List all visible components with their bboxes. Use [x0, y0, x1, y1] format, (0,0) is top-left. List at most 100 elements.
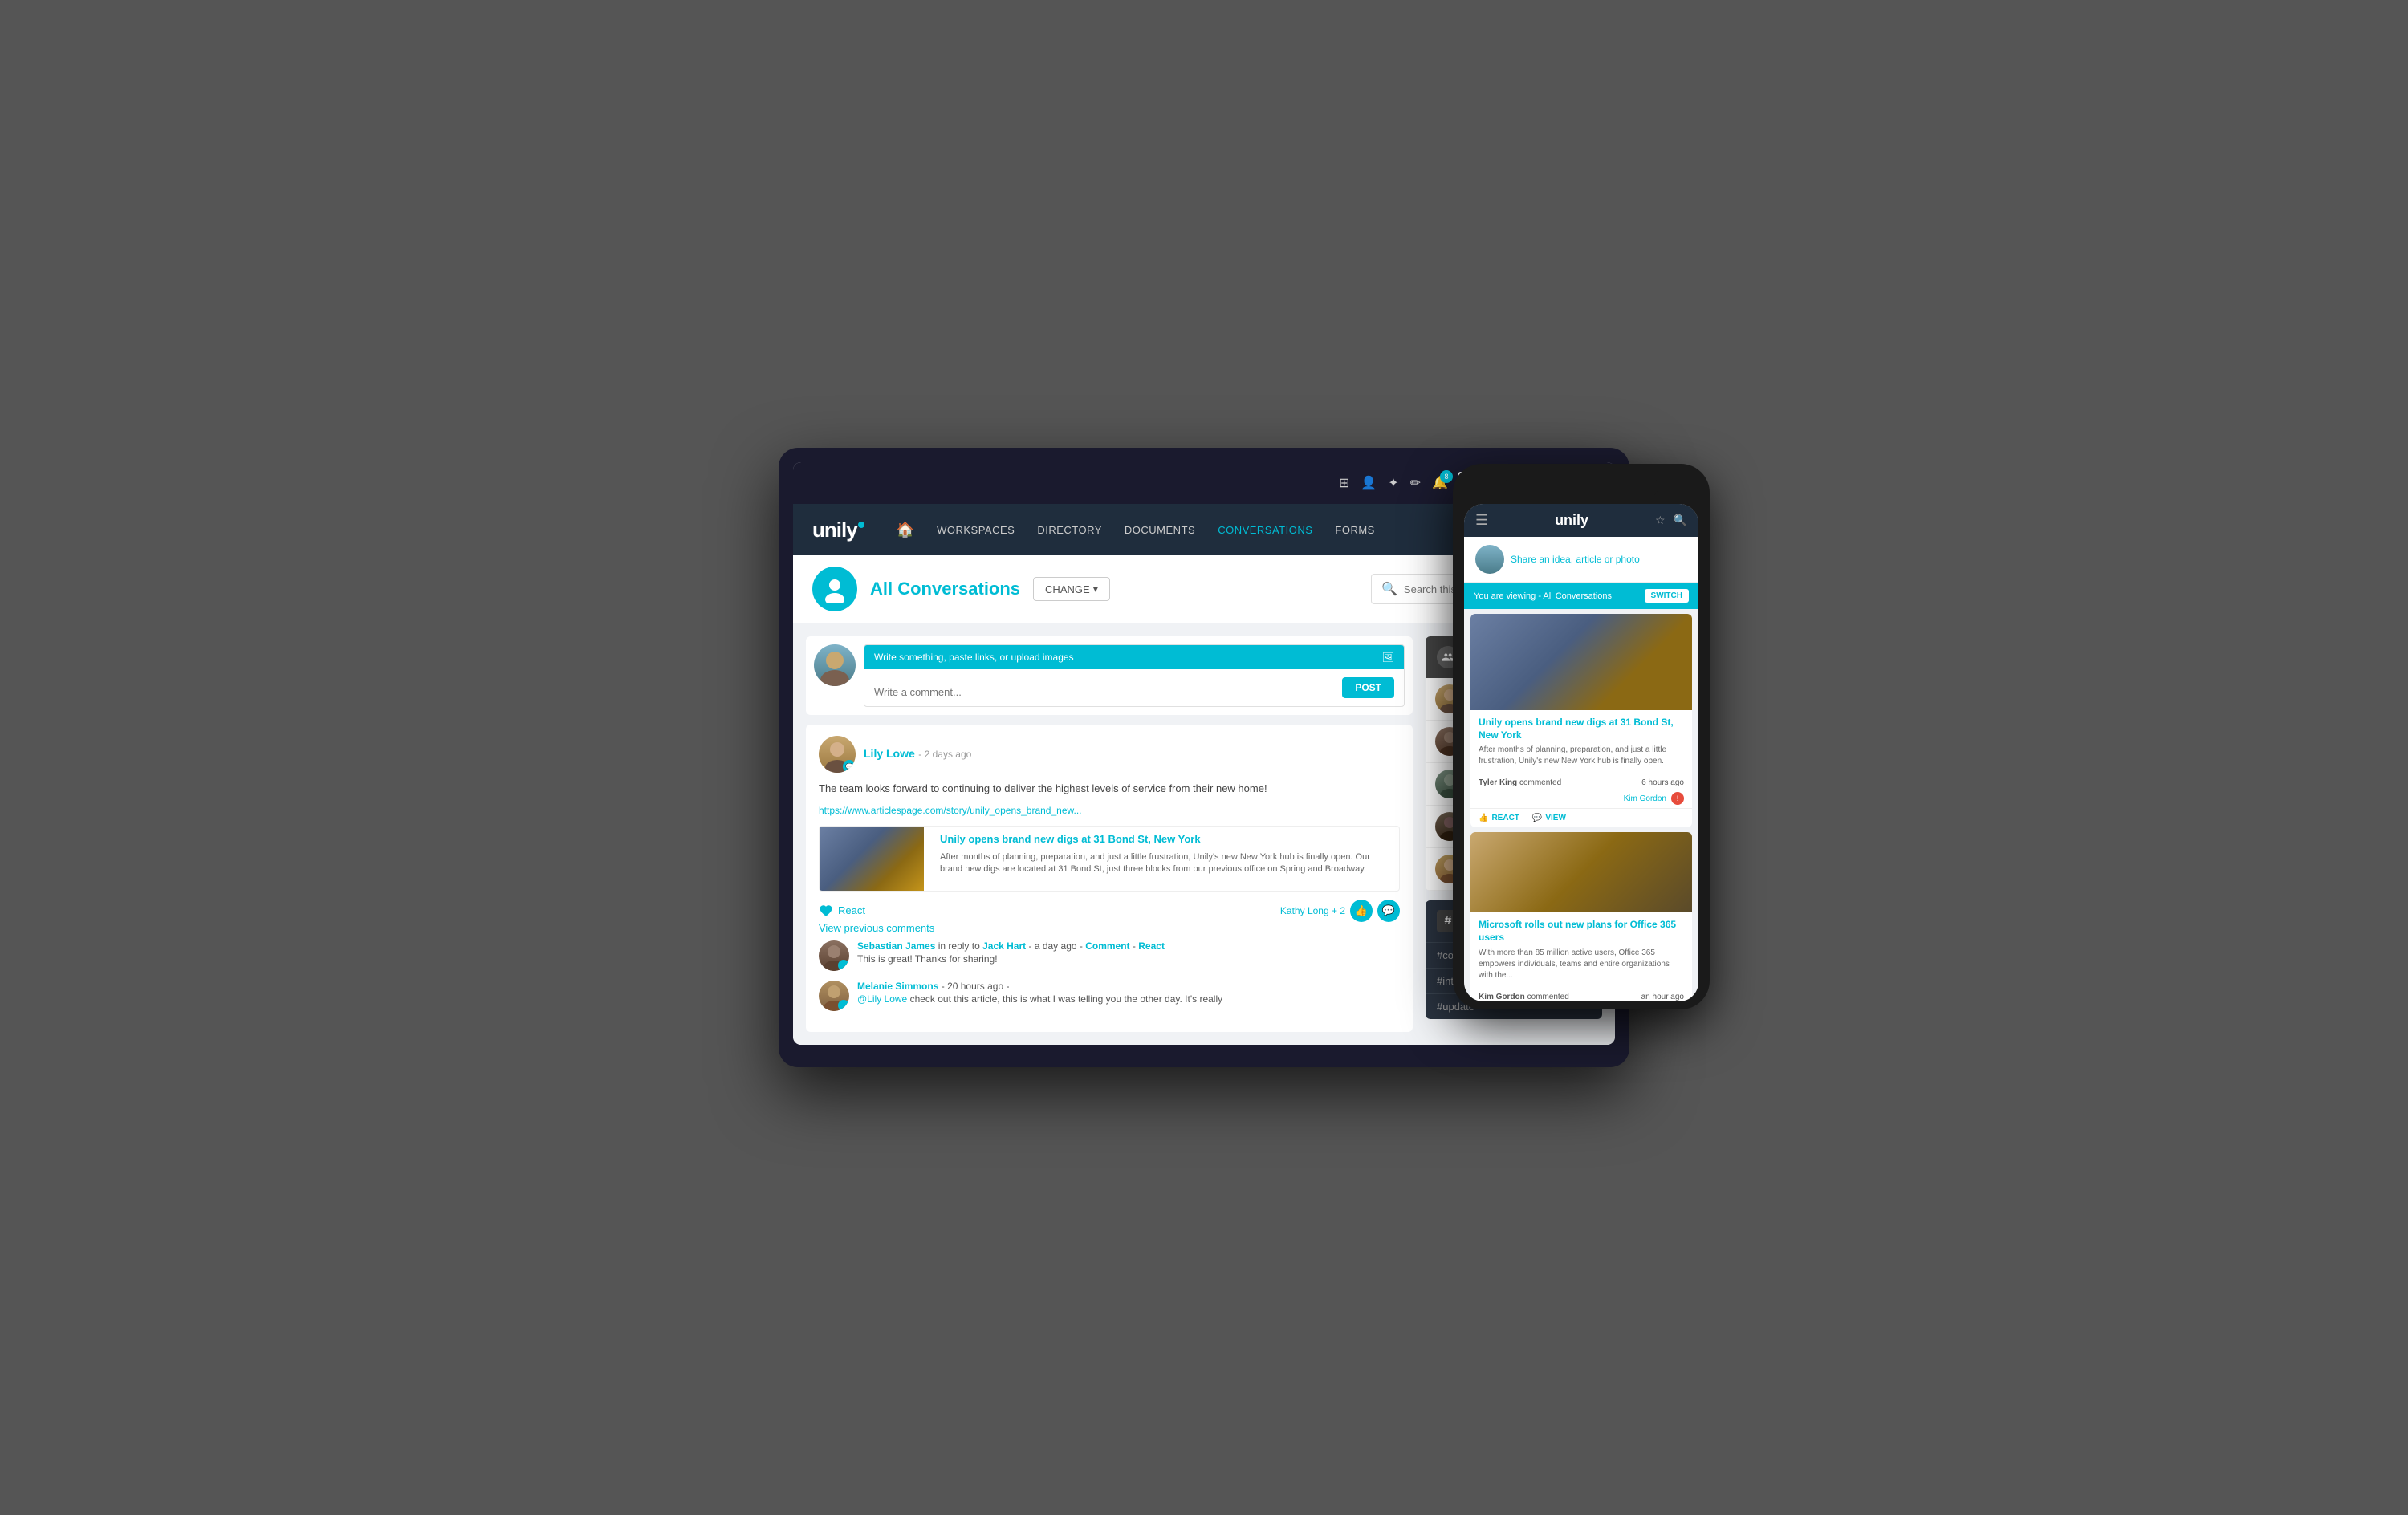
phone-notch	[1504, 475, 1658, 498]
phone-feed-content-1: Unily opens brand new digs at 31 Bond St…	[1470, 710, 1692, 774]
mobile-phone-device: ☰ unily ☆ 🔍 Share an idea, article or ph…	[1453, 464, 1710, 1009]
comment-avatar-2	[819, 981, 849, 1011]
commenter-name-2[interactable]: Melanie Simmons	[857, 981, 938, 992]
phone-commenter2-badge-1: !	[1671, 792, 1684, 805]
phone-view-icon-1: 💬	[1532, 814, 1542, 822]
change-label: CHANGE	[1045, 583, 1090, 595]
phone-feed-title-1: Unily opens brand new digs at 31 Bond St…	[1479, 717, 1684, 741]
home-button[interactable]: 🏠	[897, 522, 914, 538]
post-comment-input[interactable]	[874, 686, 1336, 698]
left-column: Write something, paste links, or upload …	[806, 636, 1413, 1032]
feed-post-link[interactable]: https://www.articlespage.com/story/unily…	[819, 805, 1082, 816]
kathy-long-label: Kathy Long + 2 👍 💬	[1280, 900, 1400, 922]
phone-star-icon[interactable]: ☆	[1655, 514, 1666, 527]
article-image-overlay	[820, 827, 924, 891]
phone-switch-button[interactable]: SWITCH	[1645, 589, 1689, 603]
mention-link[interactable]: @Lily Lowe	[857, 993, 907, 1005]
phone-feed: Unily opens brand new digs at 31 Bond St…	[1464, 609, 1698, 1001]
search-channel-icon: 🔍	[1381, 581, 1397, 597]
phone-feed-actions-1: 👍 REACT 💬 VIEW	[1470, 808, 1692, 827]
image-upload-icon[interactable]: 🖼	[1382, 652, 1394, 663]
feed-article-text: After months of planning, preparation, a…	[940, 851, 1393, 876]
phone-feed-item-1: Unily opens brand new digs at 31 Bond St…	[1470, 614, 1692, 827]
nav-items: WORKSPACES DIRECTORY DOCUMENTS CONVERSAT…	[937, 524, 1484, 536]
phone-view-btn-1[interactable]: 💬 VIEW	[1532, 814, 1566, 822]
phone-feed-meta-2: Kim Gordon commented an hour ago	[1470, 988, 1692, 1002]
feed-article-card: Unily opens brand new digs at 31 Bond St…	[819, 826, 1400, 892]
post-header-text: Write something, paste links, or upload …	[874, 652, 1074, 663]
comment-avatar-1	[819, 940, 849, 971]
phone-react-btn-1[interactable]: 👍 REACT	[1479, 814, 1519, 822]
top-bar-icons: ⊞ 👤 ✦ ✏ 🔔 8	[1339, 475, 1448, 491]
phone-viewing-bar: You are viewing - All Conversations SWIT…	[1464, 583, 1698, 609]
feed-item: 💬 Lily Lowe - 2 days ago The team looks …	[806, 725, 1413, 1032]
feed-post-text: The team looks forward to continuing to …	[819, 781, 1400, 797]
feed-article-title: Unily opens brand new digs at 31 Bond St…	[940, 833, 1393, 847]
logo-text: unily	[812, 518, 857, 542]
phone-time-1: 6 hours ago	[1641, 778, 1684, 787]
feed-article-content: Unily opens brand new digs at 31 Bond St…	[934, 827, 1399, 891]
star-icon[interactable]: ✦	[1388, 475, 1398, 491]
phone-heart-icon-1: 👍	[1479, 814, 1488, 822]
nav-directory[interactable]: DIRECTORY	[1037, 524, 1102, 536]
feed-post-time: - 2 days ago	[918, 749, 971, 760]
phone-screen: ☰ unily ☆ 🔍 Share an idea, article or ph…	[1464, 504, 1698, 1001]
comment-meta-1: Sebastian James in reply to Jack Hart - …	[857, 940, 1400, 952]
notification-wrapper: 🔔 8	[1432, 475, 1448, 491]
logo-dot	[858, 522, 864, 528]
feed-avatar-badge: 💬	[843, 760, 856, 773]
chevron-down-icon: ▾	[1093, 583, 1099, 595]
post-button[interactable]: POST	[1342, 677, 1394, 698]
feed-user-avatar: 💬	[819, 736, 856, 773]
comment-badge-2	[838, 1000, 849, 1011]
nav-conversations[interactable]: CONVERSATIONS	[1218, 524, 1312, 536]
notification-badge: 8	[1440, 470, 1453, 483]
apps-icon[interactable]: ⊞	[1339, 475, 1349, 491]
action-circles: 👍 💬	[1350, 900, 1400, 922]
phone-feed-text-1: After months of planning, preparation, a…	[1479, 745, 1684, 767]
phone-commenters-1: Kim Gordon !	[1470, 792, 1692, 808]
edit-icon[interactable]: ✏	[1410, 475, 1421, 491]
change-button[interactable]: CHANGE ▾	[1033, 577, 1110, 601]
user-icon[interactable]: 👤	[1361, 475, 1377, 491]
phone-feed-item-2: Microsoft rolls out new plans for Office…	[1470, 832, 1692, 1001]
comment-link-1[interactable]: Comment	[1085, 940, 1129, 952]
message-button[interactable]: 💬	[1377, 900, 1400, 922]
thumbs-down-button[interactable]: 👍	[1350, 900, 1373, 922]
comment-item-2: Melanie Simmons - 20 hours ago - @Lily L…	[819, 981, 1400, 1011]
phone-share-text[interactable]: Share an idea, article or photo	[1511, 554, 1640, 565]
post-box: Write something, paste links, or upload …	[806, 636, 1413, 715]
commenter-name-1[interactable]: Sebastian James	[857, 940, 935, 952]
phone-feed-image-1	[1470, 614, 1692, 710]
comment-item-1: Sebastian James in reply to Jack Hart - …	[819, 940, 1400, 971]
view-previous-comments[interactable]: View previous comments	[819, 922, 1400, 934]
nav-workspaces[interactable]: WORKSPACES	[937, 524, 1015, 536]
phone-commenter2-1: Kim Gordon	[1624, 794, 1666, 803]
kathy-label: Kathy Long + 2	[1280, 905, 1345, 916]
comment-text-1: This is great! Thanks for sharing!	[857, 953, 1400, 965]
nav-forms[interactable]: FORMS	[1335, 524, 1374, 536]
comment-content-1: Sebastian James in reply to Jack Hart - …	[857, 940, 1400, 965]
react-button[interactable]: React	[819, 904, 865, 918]
post-input-header: Write something, paste links, or upload …	[864, 645, 1404, 669]
react-link-1[interactable]: React	[1138, 940, 1165, 952]
comment-content-2: Melanie Simmons - 20 hours ago - @Lily L…	[857, 981, 1400, 1005]
phone-feed-meta-1: Tyler King commented 6 hours ago	[1470, 774, 1692, 792]
feed-article-image	[820, 827, 924, 891]
comment-text-2: @Lily Lowe check out this article, this …	[857, 993, 1400, 1005]
phone-time-2: an hour ago	[1641, 993, 1684, 1001]
react-label: React	[838, 904, 865, 916]
post-input-area: Write something, paste links, or upload …	[864, 644, 1405, 707]
phone-feed-image-2	[1470, 832, 1692, 912]
reply-to-1[interactable]: Jack Hart	[982, 940, 1026, 952]
nav-documents[interactable]: DOCUMENTS	[1125, 524, 1195, 536]
phone-search-icon[interactable]: 🔍	[1674, 514, 1687, 527]
phone-menu-icon[interactable]: ☰	[1475, 512, 1488, 529]
post-comment-area: POST	[864, 669, 1404, 706]
phone-nav: ☰ unily ☆ 🔍	[1464, 504, 1698, 537]
conversations-avatar	[812, 567, 857, 611]
phone-feed-title-2: Microsoft rolls out new plans for Office…	[1479, 919, 1684, 944]
phone-commenter-2: Kim Gordon	[1479, 993, 1525, 1001]
feed-user-meta: Lily Lowe - 2 days ago	[864, 747, 971, 762]
phone-feed-text-2: With more than 85 million active users, …	[1479, 948, 1684, 981]
